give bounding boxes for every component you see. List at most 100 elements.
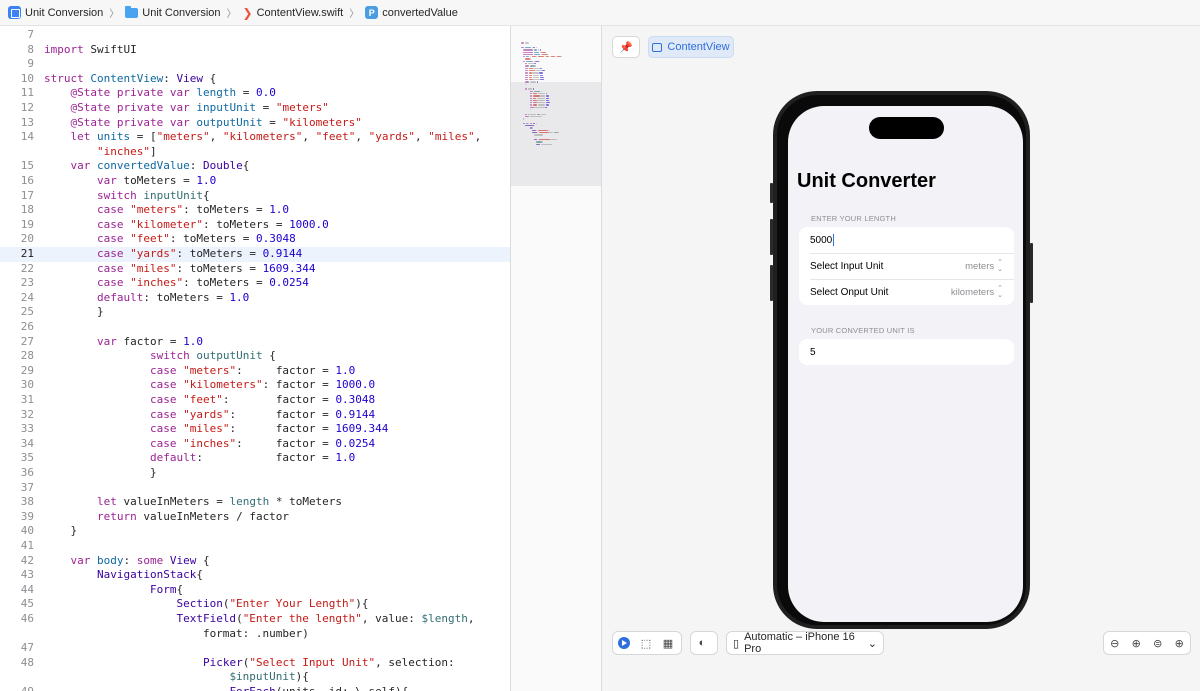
minimap[interactable] (511, 26, 601, 691)
device-selector[interactable]: ▯ Automatic – iPhone 16 Pro ⌄ (726, 631, 884, 655)
minimap-code-mark (529, 104, 532, 106)
minimap-code-mark (536, 143, 541, 145)
code-text: case "kilometer": toMeters = 1000.0 (34, 218, 329, 233)
line-number: 24 (20, 290, 34, 304)
minimap-code-mark (536, 97, 546, 99)
code-line[interactable]: 33 case "miles": factor = 1609.344 (0, 422, 511, 437)
code-line[interactable]: 9 (0, 57, 511, 72)
code-line[interactable]: 28 switch outputUnit { (0, 349, 511, 364)
code-token: length (196, 86, 237, 100)
code-line[interactable]: 25 } (0, 305, 511, 320)
code-line[interactable]: 44 Form{ (0, 583, 511, 598)
zoom-fit-button[interactable]: ⊜ (1147, 632, 1169, 654)
code-token: @State private var (70, 101, 190, 114)
code-line[interactable]: 22 case "miles": toMeters = 1609.344 (0, 262, 511, 277)
code-line[interactable]: 36 } (0, 466, 511, 481)
selectable-mode-button[interactable]: ⬚ (635, 632, 657, 654)
code-line[interactable]: 37 (0, 481, 511, 496)
code-line[interactable]: 21 case "yards": toMeters = 0.9144 (0, 247, 511, 262)
zoom-out-button[interactable]: ⊖ (1104, 632, 1126, 654)
code-line[interactable]: 12 @State private var inputUnit = "meter… (0, 101, 511, 116)
zoom-100-button[interactable]: ⊕ (1126, 632, 1148, 654)
breadcrumb-file[interactable]: ❯ ContentView.swift (243, 6, 344, 20)
live-preview-button[interactable] (613, 632, 635, 654)
code-line[interactable]: 11 @State private var length = 0.0 (0, 86, 511, 101)
code-line[interactable]: 48 Picker("Select Input Unit", selection… (0, 656, 511, 671)
zoom-in-button[interactable]: ⊕ (1169, 632, 1191, 654)
code-line[interactable]: 24 default: toMeters = 1.0 (0, 291, 511, 306)
code-line[interactable]: 27 var factor = 1.0 (0, 335, 511, 350)
code-editor[interactable]: 7 8 import SwiftUI 9 10 struct ContentView: V… (0, 26, 511, 691)
code-token: factor = (116, 334, 184, 348)
code-line[interactable]: format: .number) (0, 627, 511, 642)
code-token: : toMeters = (143, 290, 230, 304)
code-line[interactable]: 8 import SwiftUI (0, 43, 511, 58)
code-line[interactable]: 34 case "inches": factor = 0.0254 (0, 437, 511, 452)
output-unit-picker[interactable]: Select Onput Unit kilometers ⌃ ⌄ (799, 279, 1014, 305)
code-line[interactable]: 35 default: factor = 1.0 (0, 451, 511, 466)
code-line[interactable]: "inches"] (0, 145, 511, 160)
code-line[interactable]: 17 switch inputUnit{ (0, 189, 511, 204)
minimap-code-mark (539, 60, 540, 63)
minimap-code-mark (525, 60, 534, 63)
code-line[interactable]: 39 return valueInMeters / factor (0, 510, 511, 525)
code-token: "feet" (315, 130, 356, 144)
code-line[interactable]: 18 case "meters": toMeters = 1.0 (0, 203, 511, 218)
code-line[interactable]: 41 (0, 539, 511, 554)
code-line[interactable]: 49 ForEach(units, id: \.self){ (0, 685, 511, 691)
code-line[interactable]: 32 case "yards": factor = 0.9144 (0, 408, 511, 423)
minimap-visible-region[interactable] (511, 82, 601, 186)
code-line[interactable]: 16 var toMeters = 1.0 (0, 174, 511, 189)
code-line[interactable]: 10 struct ContentView: View { (0, 72, 511, 87)
code-line[interactable]: 15 var convertedValue: Double{ (0, 159, 511, 174)
input-unit-label: Select Input Unit (810, 260, 884, 272)
code-token: { (202, 188, 210, 202)
minimap-code-mark (546, 56, 550, 58)
code-line[interactable]: 45 Section("Enter Your Length"){ (0, 597, 511, 612)
result-row: 5 (799, 339, 1014, 365)
code-token: toMeters = (116, 174, 197, 187)
code-line[interactable]: 40 } (0, 524, 511, 539)
code-line[interactable]: 13 @State private var outputUnit = "kilo… (0, 116, 511, 131)
code-line[interactable]: 29 case "meters": factor = 1.0 (0, 364, 511, 379)
code-token: units (97, 130, 131, 144)
code-line[interactable]: $inputUnit){ (0, 670, 511, 685)
code-line[interactable]: 31 case "feet": factor = 0.3048 (0, 393, 511, 408)
code-line[interactable]: 42 var body: some View { (0, 554, 511, 569)
variants-button[interactable]: ▦ (657, 632, 679, 654)
code-line[interactable]: 23 case "inches": toMeters = 0.0254 (0, 276, 511, 291)
minimap-code-mark (539, 72, 543, 74)
code-token: var (96, 174, 117, 187)
code-line[interactable]: 7 (0, 28, 511, 43)
line-number: 14 (20, 130, 34, 144)
breadcrumb-project[interactable]: Unit Conversion (8, 6, 103, 19)
breadcrumb-symbol[interactable]: P convertedValue (365, 6, 458, 19)
code-text: @State private var length = 0.0 (34, 86, 276, 101)
code-line[interactable]: 46 TextField("Enter the length", value: … (0, 612, 511, 627)
code-line[interactable]: 19 case "kilometer": toMeters = 1000.0 (0, 218, 511, 233)
minimap-code-mark (551, 56, 556, 58)
code-line[interactable]: 20 case "feet": toMeters = 0.3048 (0, 232, 511, 247)
code-line[interactable]: 30 case "kilometers": factor = 1000.0 (0, 378, 511, 393)
code-line[interactable]: 38 let valueInMeters = length * toMeters (0, 495, 511, 510)
code-line[interactable]: 43 NavigationStack{ (0, 568, 511, 583)
preview-tab-contentview[interactable]: ContentView (648, 36, 734, 58)
code-token: , (414, 130, 429, 144)
code-token: ){ (295, 670, 309, 684)
code-line[interactable]: 47 (0, 641, 511, 656)
action-button (770, 183, 773, 203)
code-text: case "inches": factor = 0.0254 (34, 437, 375, 452)
input-unit-picker[interactable]: Select Input Unit meters ⌃ ⌄ (799, 253, 1014, 279)
iphone-frame: Unit Converter ENTER YOUR LENGTH 5000 Se… (770, 91, 1033, 629)
code-line[interactable]: 26 (0, 320, 511, 335)
device-settings-button[interactable]: ◐ (691, 632, 713, 654)
length-text-field[interactable]: 5000 (799, 227, 1014, 253)
pin-button[interactable]: 📌 (612, 36, 640, 58)
breadcrumb-folder[interactable]: Unit Conversion (125, 5, 221, 19)
code-line[interactable]: 14 let units = ["meters", "kilometers", … (0, 130, 511, 145)
minimap-code-mark (532, 76, 540, 79)
